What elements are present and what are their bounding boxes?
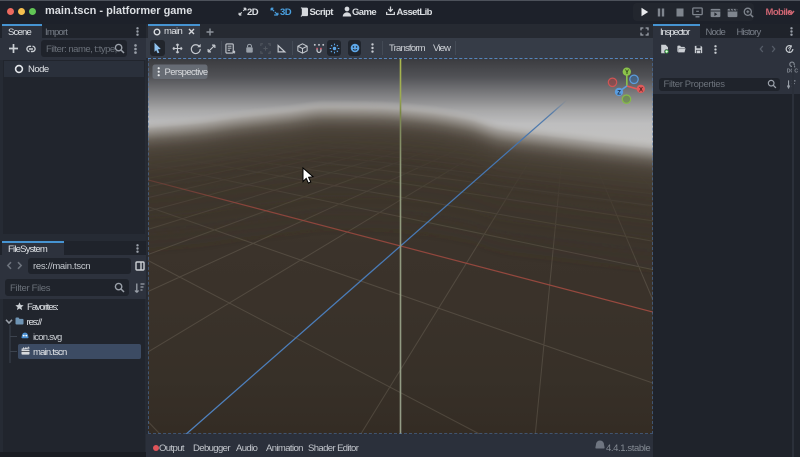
svg-text:?: ? xyxy=(788,48,792,54)
